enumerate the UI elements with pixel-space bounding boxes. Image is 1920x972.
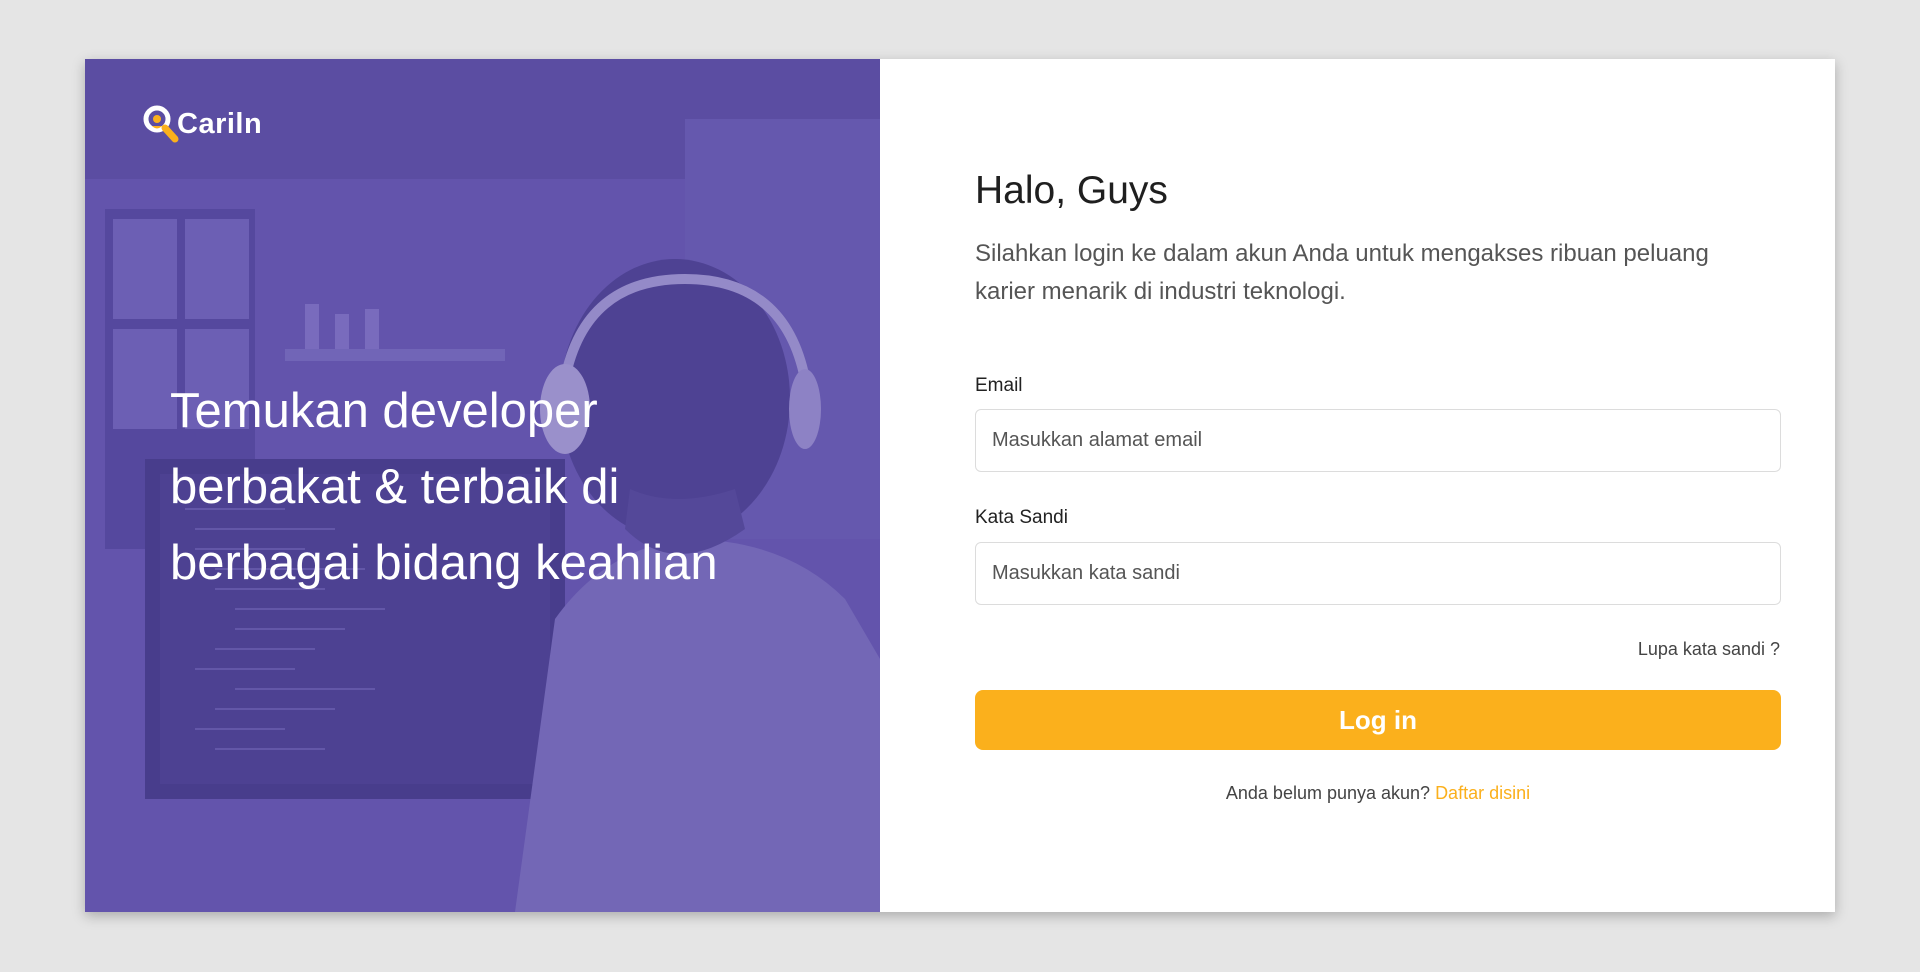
brand-name: Cariln: [177, 107, 263, 140]
brand-logo[interactable]: Cariln: [141, 101, 262, 147]
login-button[interactable]: Log in: [975, 690, 1781, 750]
signup-row: Anda belum punya akun? Daftar disini: [975, 783, 1781, 804]
signup-link[interactable]: Daftar disini: [1435, 783, 1530, 803]
hero-panel: Cariln Temukan developer berbakat & terb…: [85, 59, 880, 912]
hero-title: Temukan developer berbakat & terbaik di …: [170, 384, 718, 590]
email-field[interactable]: [975, 409, 1781, 472]
password-field[interactable]: [975, 542, 1781, 605]
password-label: Kata Sandi: [975, 507, 1068, 528]
page-subtitle: Silahkan login ke dalam akun Anda untuk …: [975, 240, 1709, 305]
signup-prompt: Anda belum punya akun?: [1225, 783, 1431, 803]
page-title: Halo, Guys: [975, 169, 1168, 212]
login-form-panel: Halo, Guys Silahkan login ke dalam akun …: [880, 59, 1835, 912]
forgot-password-link[interactable]: Lupa kata sandi ?: [1638, 639, 1780, 660]
login-card: Cariln Temukan developer berbakat & terb…: [85, 59, 1835, 912]
email-label: Email: [975, 375, 1023, 396]
